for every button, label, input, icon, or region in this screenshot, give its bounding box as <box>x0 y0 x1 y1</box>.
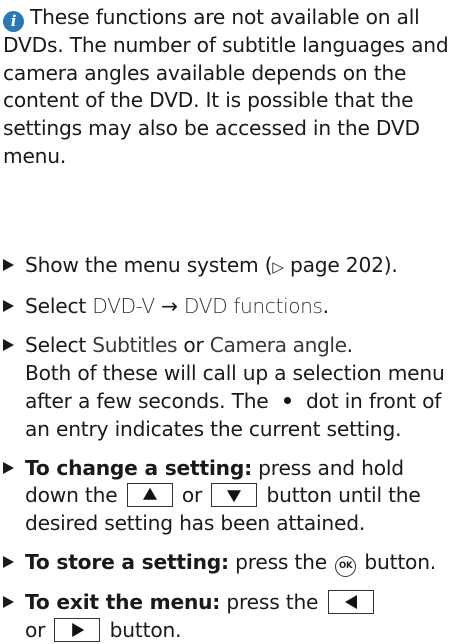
step-text: button. <box>358 550 437 575</box>
step-text: Select <box>25 294 93 319</box>
ok-button-icon: OK <box>335 556 357 578</box>
step-text: Select <box>25 333 93 358</box>
bullet-arrow-icon <box>3 595 14 608</box>
step-text: or <box>175 483 209 508</box>
right-arrow-key-icon <box>54 617 101 642</box>
step-text: or <box>177 333 210 358</box>
step-heading: To store a setting: <box>25 550 229 575</box>
info-note: i These functions are not available on al… <box>3 4 455 171</box>
menu-item-subtitles: Subtitles <box>92 333 178 358</box>
step-heading: To change a setting: <box>25 455 252 480</box>
left-arrow-key-icon <box>327 589 374 614</box>
step-text: button. <box>103 617 182 642</box>
bullet-arrow-icon <box>3 259 14 271</box>
manual-page: i These functions are not available on al… <box>0 0 462 642</box>
instruction-list: Show the menu system (▷ page 202). Selec… <box>3 252 459 644</box>
step-store-setting: To store a setting: press the OK button. <box>3 549 459 578</box>
step-text: press the <box>220 589 325 614</box>
bullet-arrow-icon <box>3 300 14 313</box>
step-exit-menu: To exit the menu: press the or button. <box>3 589 459 644</box>
step-text: Show the menu system ( <box>25 253 273 277</box>
menu-item-dvd-functions: DVD functions <box>183 294 323 319</box>
step-text: press the <box>228 550 334 575</box>
bullet-arrow-icon <box>3 339 14 352</box>
bullet-arrow-icon <box>3 461 14 474</box>
menu-item-dvd-v: DVD-V <box>92 294 155 319</box>
step-select-option: Select Subtitles or Camera angle. Both o… <box>3 332 459 443</box>
step-period: . <box>322 294 329 319</box>
step-text: or <box>25 617 52 642</box>
step-select-functions: Select DVD-V → DVD functions. <box>3 293 459 321</box>
step-show-menu: Show the menu system (▷ page 202). <box>3 252 459 282</box>
step-heading: To exit the menu: <box>25 589 221 614</box>
info-icon: i <box>3 11 24 32</box>
page-pointer-icon: ▷ <box>272 258 284 276</box>
info-note-text: These functions are not available on all… <box>3 5 449 168</box>
down-arrow-key-icon <box>211 483 258 508</box>
selection-dot-icon <box>283 396 291 404</box>
up-arrow-key-icon <box>126 483 173 508</box>
menu-item-camera-angle: Camera angle <box>209 333 347 358</box>
step-change-setting: To change a setting: press and hold down… <box>3 455 459 538</box>
bullet-arrow-icon <box>3 556 14 569</box>
menu-arrow-icon: → <box>160 294 178 319</box>
step-period: . <box>346 333 353 358</box>
page-reference: page 202). <box>283 253 398 277</box>
